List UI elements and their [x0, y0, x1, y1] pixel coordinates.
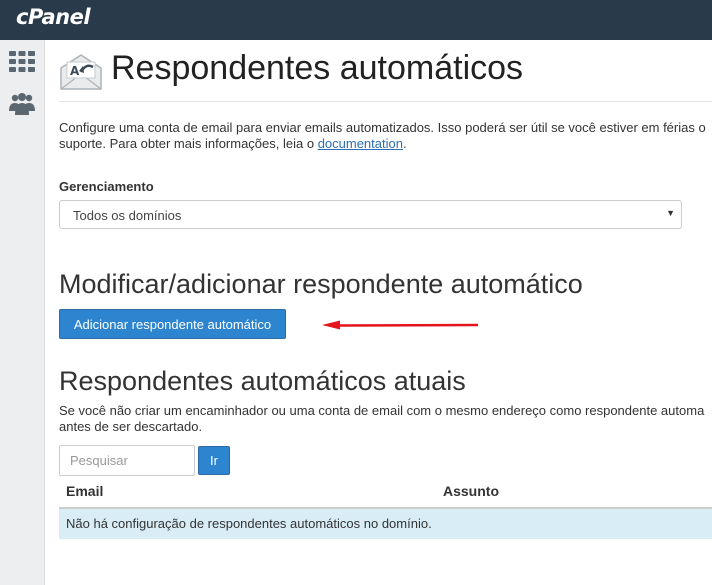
red-arrow-annotation — [322, 320, 479, 330]
users-icon[interactable] — [9, 91, 35, 117]
apps-grid-icon[interactable] — [9, 49, 35, 75]
chevron-down-icon: ▼ — [666, 208, 675, 218]
page-description: Configure uma conta de email para enviar… — [59, 120, 712, 152]
add-autoresponder-button[interactable]: Adicionar respondente automático — [59, 309, 286, 339]
modify-heading: Modificar/adicionar respondente automáti… — [59, 269, 583, 299]
table-empty-row: Não há configuração de respondentes auto… — [59, 509, 712, 539]
page-title: Respondentes automáticos — [111, 49, 524, 87]
column-header-email[interactable]: Email — [66, 483, 103, 499]
autoresponder-envelope-icon: A — [60, 54, 102, 90]
current-heading: Respondentes automáticos atuais — [59, 366, 466, 396]
top-bar: cPanel — [0, 0, 712, 40]
description-text: suporte. Para obter mais informações, le… — [59, 136, 318, 151]
documentation-link[interactable]: documentation — [318, 136, 403, 151]
cpanel-logo[interactable]: cPanel — [16, 5, 91, 29]
current-description: Se você não criar um encaminhador ou uma… — [59, 403, 712, 435]
management-label: Gerenciamento — [59, 179, 154, 194]
description-period: . — [402, 136, 407, 151]
current-description-line-2: antes de ser descartado. — [59, 419, 203, 434]
search-go-button[interactable]: Ir — [198, 446, 230, 475]
title-divider — [59, 101, 712, 102]
current-description-line-1: Se você não criar um encaminhador ou uma… — [59, 403, 705, 418]
main-content: A Respondentes automáticos Configure uma… — [45, 40, 712, 585]
description-line-1: Configure uma conta de email para enviar… — [59, 120, 706, 135]
description-line-2: suporte. Para obter mais informações, le… — [59, 136, 712, 152]
search-input[interactable] — [59, 445, 195, 476]
column-header-subject[interactable]: Assunto — [443, 483, 499, 499]
sidebar — [0, 40, 45, 585]
domain-select[interactable]: Todos os domínios ▼ — [59, 200, 682, 229]
domain-select-value: Todos os domínios — [73, 208, 182, 223]
svg-text:A: A — [70, 64, 80, 78]
